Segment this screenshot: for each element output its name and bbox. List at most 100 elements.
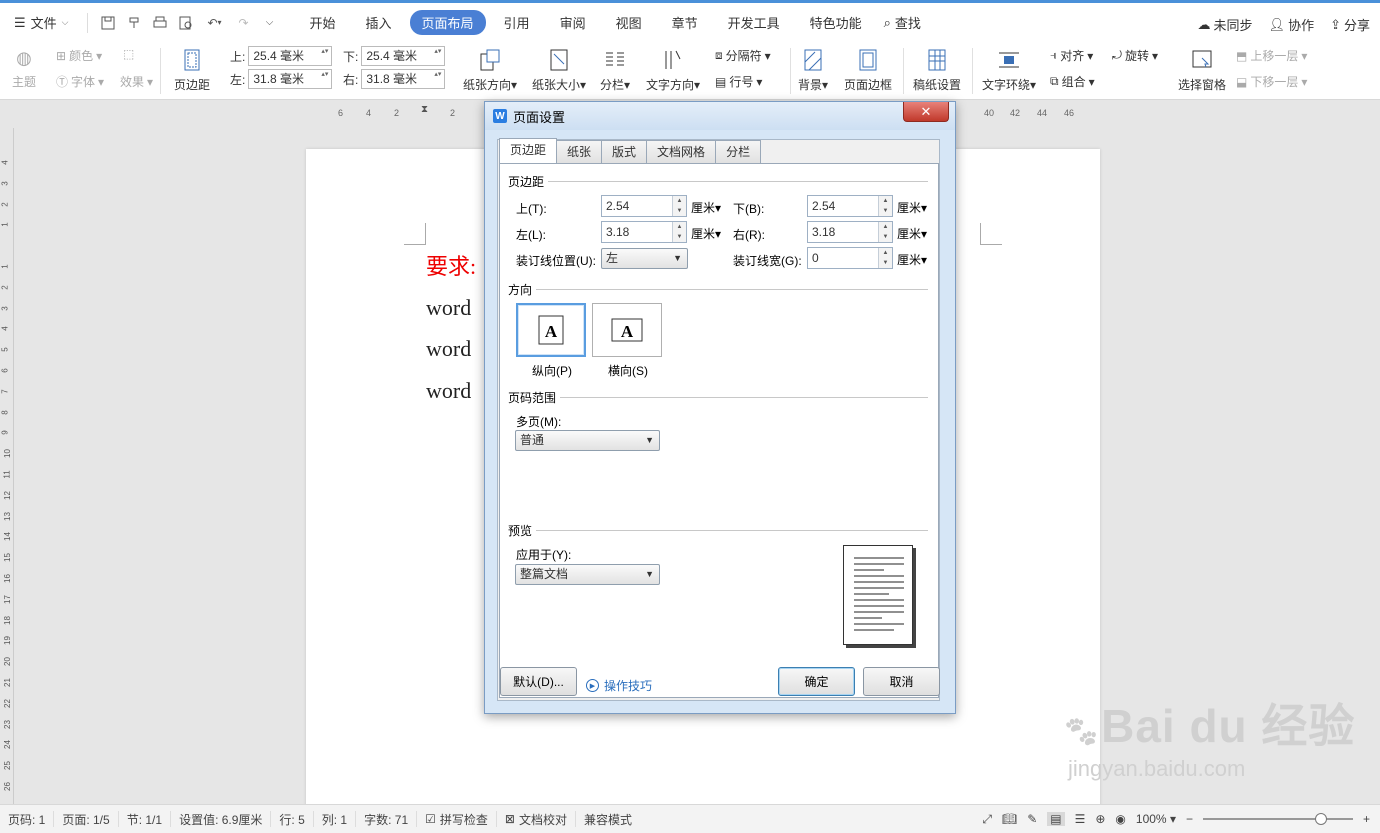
ok-button[interactable]: 确定 — [778, 667, 855, 696]
color-button[interactable]: ⊞ 颜色 ▾ — [56, 47, 102, 64]
landscape-option[interactable]: A — [592, 303, 662, 357]
tips-link[interactable]: ▶ 操作技巧 — [586, 677, 652, 694]
redo-icon[interactable]: ↷ — [236, 15, 252, 31]
undo-icon[interactable]: ↶ ▾ — [204, 15, 226, 31]
paper-size-button[interactable]: 纸张大小▾ — [532, 48, 586, 93]
text-direction-button[interactable]: 文字方向▾ — [646, 48, 700, 93]
customize-toolbar-icon[interactable]: ⌵ — [262, 15, 278, 31]
file-menu[interactable]: ☰ 文件 ⌵ — [0, 3, 81, 42]
status-word-count[interactable]: 字数: 71 — [356, 811, 418, 827]
left-margin-unit[interactable]: 厘米▾ — [691, 225, 721, 242]
close-button[interactable]: ✕ — [903, 102, 949, 122]
status-row[interactable]: 行: 5 — [271, 811, 314, 827]
share-button[interactable]: ⇪ 分享 — [1330, 15, 1370, 34]
tab-document-grid[interactable]: 文档网格 — [646, 140, 717, 163]
collaborate-button[interactable]: 👤︎ 协作 — [1269, 15, 1315, 34]
multiple-pages-select[interactable]: 普通 ▼ — [515, 430, 660, 451]
spinner-arrows-icon[interactable]: ▲ ▼ — [878, 248, 892, 268]
portrait-option[interactable]: A — [516, 303, 586, 357]
page-view-icon[interactable]: ▤ — [1047, 812, 1065, 826]
gutter-width-input[interactable]: 0 ▲ ▼ — [807, 247, 893, 269]
cancel-button[interactable]: 取消 — [863, 667, 940, 696]
eye-protect-icon[interactable]: ◉ — [1115, 812, 1125, 826]
tab-columns[interactable]: 分栏 — [715, 140, 762, 163]
default-button[interactable]: 默认(D)... — [500, 667, 577, 696]
font-scheme-button[interactable]: Ⓣ 字体 ▾ — [56, 73, 104, 90]
zoom-out-icon[interactable]: − — [1186, 812, 1193, 826]
vertical-ruler[interactable]: 4 3 2 1 1 2 3 4 5 6 7 8 9 10 11 12 13 14 15 16 17 18 19 20 21 22 2… — [0, 128, 14, 804]
dialog-title-bar[interactable]: W 页面设置 — [485, 102, 955, 130]
zoom-in-icon[interactable]: + — [1363, 812, 1370, 826]
landscape-label[interactable]: 横向(S) — [608, 362, 648, 379]
spinner-arrows-icon[interactable]: ▲ ▼ — [878, 222, 892, 242]
effect-icon-button[interactable]: ⬚ — [123, 47, 134, 61]
margins-button[interactable]: 页边距 — [174, 48, 210, 93]
search-button[interactable]: ⌕ 查找 — [884, 13, 921, 32]
spell-check-button[interactable]: ☑ 拼写检查 — [417, 811, 497, 827]
tab-margins[interactable]: 页边距 — [499, 138, 558, 163]
margin-top-input[interactable]: 25.4 毫米 — [248, 46, 333, 66]
effect-button[interactable]: 效果 ▾ — [120, 73, 153, 90]
send-backward-button[interactable]: ⬓ 下移一层 ▾ — [1236, 73, 1307, 90]
indent-marker-icon[interactable]: ⧗ — [421, 104, 428, 115]
columns-button[interactable]: 分栏▾ — [600, 48, 630, 93]
tab-chapter[interactable]: 章节 — [660, 10, 710, 35]
left-margin-input[interactable]: 3.18 ▲ ▼ — [601, 221, 687, 243]
text-wrap-button[interactable]: 文字环绕▾ — [982, 48, 1036, 93]
spinner-arrows-icon[interactable]: ▲ ▼ — [672, 222, 686, 242]
margin-bottom-input[interactable]: 25.4 毫米 — [361, 46, 446, 66]
top-margin-input[interactable]: 2.54 ▲ ▼ — [601, 195, 687, 217]
selection-pane-button[interactable]: 选择窗格 — [1178, 48, 1226, 93]
print-preview-icon[interactable] — [178, 15, 194, 31]
doc-check-button[interactable]: ⊠ 文档校对 — [497, 811, 576, 827]
rotate-button[interactable]: ⤾ 旋转 ▾ — [1112, 47, 1158, 64]
breaks-button[interactable]: ⧈ 分隔符 ▾ — [715, 47, 771, 64]
right-margin-unit[interactable]: 厘米▾ — [897, 225, 927, 242]
status-pages[interactable]: 页面: 1/5 — [54, 811, 119, 827]
zoom-select[interactable]: 100% ▾ — [1136, 812, 1176, 826]
save-icon[interactable] — [100, 15, 116, 31]
tab-review[interactable]: 审阅 — [548, 10, 598, 35]
manuscript-button[interactable]: 稿纸设置 — [913, 48, 961, 93]
tab-home[interactable]: 开始 — [298, 10, 348, 35]
theme-button[interactable]: ◍ 主题 — [12, 48, 36, 90]
status-page-number[interactable]: 页码: 1 — [0, 811, 55, 827]
tab-special-features[interactable]: 特色功能 — [798, 10, 874, 35]
status-column[interactable]: 列: 1 — [314, 811, 357, 827]
reading-mode-icon[interactable]: 📖︎ — [1002, 812, 1017, 826]
zoom-slider[interactable] — [1202, 813, 1353, 825]
format-painter-icon[interactable] — [126, 15, 142, 31]
margin-left-input[interactable]: 31.8 毫米 — [248, 69, 333, 89]
fullscreen-icon[interactable]: ⤢ — [982, 812, 992, 827]
bottom-margin-unit[interactable]: 厘米▾ — [897, 199, 927, 216]
gutter-width-unit[interactable]: 厘米▾ — [897, 251, 927, 268]
tab-insert[interactable]: 插入 — [354, 10, 404, 35]
tab-references[interactable]: 引用 — [492, 10, 542, 35]
pen-icon[interactable]: ✎ — [1027, 812, 1037, 826]
gutter-position-select[interactable]: 左 ▼ — [601, 248, 688, 269]
bottom-margin-input[interactable]: 2.54 ▲ ▼ — [807, 195, 893, 217]
tab-view[interactable]: 视图 — [604, 10, 654, 35]
orientation-button[interactable]: 纸张方向▾ — [463, 48, 517, 93]
align-button[interactable]: ⫣ 对齐 ▾ — [1050, 47, 1093, 64]
top-margin-unit[interactable]: 厘米▾ — [691, 199, 721, 216]
background-button[interactable]: 背景▾ — [798, 48, 828, 93]
spinner-arrows-icon[interactable]: ▲ ▼ — [672, 196, 686, 216]
status-setting-value[interactable]: 设置值: 6.9厘米 — [171, 811, 272, 827]
line-numbers-button[interactable]: ▤ 行号 ▾ — [715, 73, 762, 90]
right-margin-input[interactable]: 3.18 ▲ ▼ — [807, 221, 893, 243]
portrait-label[interactable]: 纵向(P) — [532, 362, 572, 379]
spinner-arrows-icon[interactable]: ▲ ▼ — [878, 196, 892, 216]
sync-button[interactable]: ☁ 未同步 — [1198, 15, 1253, 34]
tab-layout[interactable]: 版式 — [601, 140, 648, 163]
print-icon[interactable] — [152, 15, 168, 31]
page-border-button[interactable]: 页面边框 — [844, 48, 892, 93]
zoom-slider-handle[interactable] — [1314, 813, 1327, 825]
group-button[interactable]: ⧉ 组合 ▾ — [1050, 73, 1095, 90]
tab-page-layout[interactable]: 页面布局 — [409, 10, 486, 35]
web-view-icon[interactable]: ⊕ — [1095, 812, 1105, 826]
tab-developer[interactable]: 开发工具 — [716, 10, 792, 35]
bring-forward-button[interactable]: ⬒ 上移一层 ▾ — [1236, 47, 1307, 64]
apply-to-select[interactable]: 整篇文档 ▼ — [515, 564, 660, 585]
status-section[interactable]: 节: 1/1 — [119, 811, 172, 827]
